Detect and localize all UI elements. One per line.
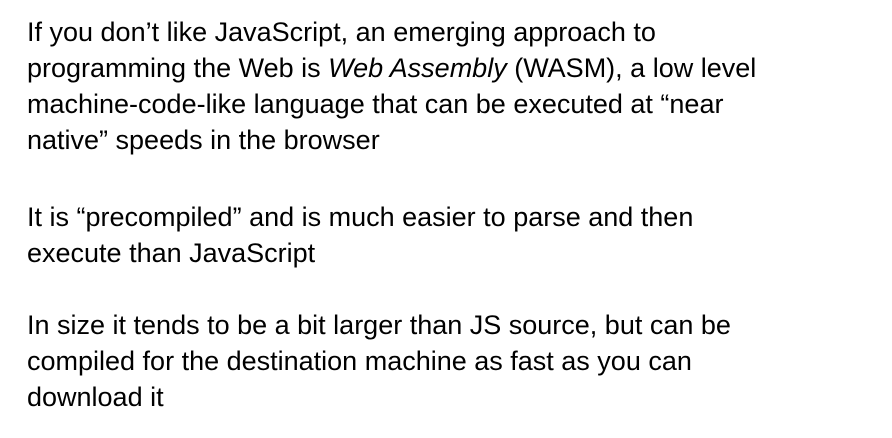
- emphasized-term: Web Assembly: [328, 53, 507, 83]
- paragraph-size: In size it tends to be a bit larger than…: [27, 307, 872, 415]
- text-line: native” speeds in the browser: [27, 125, 380, 155]
- text-run: programming the Web is: [27, 53, 329, 83]
- text-line: It is “precompiled” and is much easier t…: [27, 202, 694, 232]
- slide: If you don’t like JavaScript, an emergin…: [0, 0, 892, 438]
- text-run: (WASM), a low level: [506, 53, 757, 83]
- text-line: execute than JavaScript: [27, 238, 316, 268]
- text-line: download it: [27, 382, 164, 412]
- text-line: programming the Web is Web Assembly (WAS…: [27, 50, 872, 86]
- paragraph-precompiled: It is “precompiled” and is much easier t…: [27, 199, 872, 271]
- text-line: If you don’t like JavaScript, an emergin…: [27, 17, 656, 47]
- text-line: In size it tends to be a bit larger than…: [27, 310, 731, 340]
- text-line: machine-code-like language that can be e…: [27, 89, 724, 119]
- paragraph-wasm-intro: If you don’t like JavaScript, an emergin…: [27, 14, 872, 158]
- text-line: compiled for the destination machine as …: [27, 346, 692, 376]
